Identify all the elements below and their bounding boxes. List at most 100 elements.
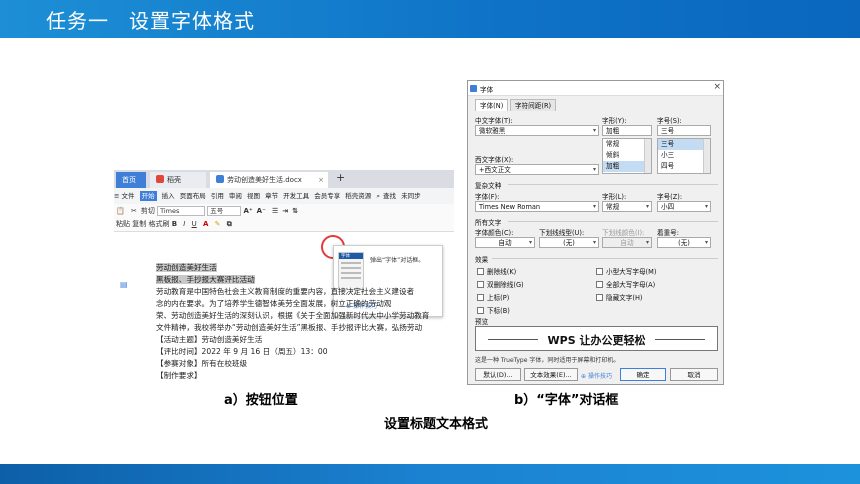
menu-reference[interactable]: 引用 [211,192,224,200]
superscript-checkbox[interactable]: 上标(P) [477,292,509,302]
size-list[interactable]: 三号 小三 四号 [657,138,711,174]
menu-insert[interactable]: 插入 [162,192,175,200]
bold-button[interactable]: B [172,220,177,228]
doc-line: 【评比时间】2022 年 9 月 16 日（周五）13：00 [156,347,328,356]
menu-start[interactable]: 开始 [139,191,157,201]
style-input[interactable]: 加粗 [602,125,652,136]
complex-style-value: 常规 [606,203,620,211]
tab-char-spacing[interactable]: 字符间距(R) [510,99,557,111]
dialog-tip-link[interactable]: ⊕ 操作技巧 [581,371,612,380]
subscript-checkbox[interactable]: 下标(B) [477,305,510,315]
underline-color-label: 下划线颜色(I): [602,229,645,237]
font-name-select[interactable]: Times [157,206,206,216]
text-effects-button[interactable]: 文本效果(E)... [524,368,578,381]
tab-font[interactable]: 字体(N) [475,99,509,111]
font-size-select[interactable]: 五号 [207,206,242,216]
menu-chapter[interactable]: 章节 [265,192,278,200]
shrink-font-icon[interactable]: A⁻ [257,207,266,215]
tab-draft-label: 稻壳 [167,176,181,184]
size-input[interactable]: 三号 [657,125,711,136]
menu-file[interactable]: ≡ 文件 [114,192,135,200]
chevron-down-icon: ▾ [645,203,649,210]
preview-section-label: 预览 [475,318,489,326]
format-painter-button[interactable]: 格式刷 [148,220,169,228]
strikethrough-checkbox[interactable]: 删除线(K) [477,266,516,276]
small-caps-checkbox[interactable]: 小型大写字母(M) [596,266,656,276]
cut-button[interactable]: 剪切 [141,207,155,215]
doc-subtitle-selected[interactable]: 黑板报、手抄报大赛评比活动 [156,275,255,284]
menu-sync[interactable]: 未同步 [401,192,421,200]
italic-button[interactable]: I [183,220,185,228]
complex-font-select[interactable]: Times New Roman ▾ [475,201,599,212]
sort-icon[interactable]: ⇅ [292,207,298,215]
underline-button[interactable]: U [192,220,197,228]
hidden-text-label: 隐藏文字(H) [606,294,643,302]
underline-style-label: 下划线线型(U): [539,229,585,237]
editor-ribbon: 📋 ✂ 剪切 Times 五号 A⁺ A⁻ ☰ ⇥ ⇅ 粘贴 复制 格式刷 B I U … [114,204,454,232]
cancel-button[interactable]: 取消 [670,368,718,381]
style-list[interactable]: 常规 倾斜 加粗 [602,138,652,174]
tab-draft[interactable]: 稻壳 [150,172,206,188]
slide-title-task: 任务一 [46,9,109,33]
close-icon[interactable]: × [713,82,721,92]
indent-icon[interactable]: ⇥ [282,207,288,215]
ok-button[interactable]: 确定 [620,368,666,381]
underline-style-select[interactable]: (无) ▾ [539,237,599,248]
caption-button-position: a）按钮位置 [224,393,298,408]
menu-member[interactable]: 会员专享 [314,192,340,200]
font-dialog: 字体 × 字体(N) 字符间距(R) 中文字体(T): 微软雅黑 ▾ 字形(Y):… [467,80,724,385]
menu-layout[interactable]: 页面布局 [180,192,206,200]
emphasis-select[interactable]: (无) ▾ [657,237,711,248]
ribbon-row-2: 粘贴 复制 格式刷 B I U A ✎ ⧉ [116,218,236,231]
caption-font-dialog: b）“字体”对话框 [514,393,619,408]
complex-style-select[interactable]: 常规 ▾ [602,201,652,212]
doc-line: 劳动教育是中国特色社会主义教育制度的重要内容，直接决定社会主义建设者 [156,287,415,296]
default-button[interactable]: 默认(D)... [475,368,521,381]
font-color-icon[interactable]: A [203,220,208,228]
doc-line: 【参赛对象】所有在校班级 [156,359,248,368]
cut-icon[interactable]: ✂ [131,207,137,215]
paste-icon[interactable]: 📋 [116,207,125,215]
doc-title-selected[interactable]: 劳动创造美好生活 [156,263,217,272]
complex-size-select[interactable]: 小四 ▾ [657,201,711,212]
search-icon[interactable]: ⌕ [376,192,380,200]
divider [508,221,718,222]
copy-button[interactable]: 复制 [132,220,146,228]
tab-document[interactable]: 劳动创造美好生活.docx × [210,172,328,188]
hidden-text-checkbox[interactable]: 隐藏文字(H) [596,292,642,302]
menu-resources[interactable]: 稻壳资源 [345,192,371,200]
size-list-scrollbar[interactable] [703,139,710,173]
highlight-icon[interactable]: ✎ [215,220,221,228]
menu-developer[interactable]: 开发工具 [283,192,309,200]
new-tab-button[interactable]: + [336,171,345,184]
paste-button[interactable]: 粘贴 [116,220,130,228]
list-icon[interactable]: ☰ [272,207,278,215]
all-caps-checkbox[interactable]: 全部大写字母(A) [596,279,655,289]
editor-screenshot: 首页 稻壳 劳动创造美好生活.docx × + ≡ 文件 开始 插入 页面布局 引… [114,75,454,385]
document-body[interactable]: 劳动创造美好生活 黑板报、手抄报大赛评比活动 劳动教育是中国特色社会主义教育制度… [156,262,454,382]
double-strike-checkbox[interactable]: 双删除线(G) [477,279,524,289]
doc-line: 文件精神，我校将举办“劳动创造美好生活”黑板报、手抄报评比大赛，弘扬劳动 [156,323,423,332]
doc-line: 【活动主题】劳动创造美好生活 [156,335,263,344]
grow-font-icon[interactable]: A⁺ [244,207,253,215]
menu-search[interactable]: 查找 [383,192,396,200]
style-list-scrollbar[interactable] [644,139,651,173]
menu-review[interactable]: 审阅 [229,192,242,200]
truetype-note: 这是一种 TrueType 字体，同时适用于屏幕和打印机。 [475,357,620,364]
tab-home[interactable]: 首页 [116,172,146,188]
font-color-select[interactable]: 自动 ▾ [475,237,535,248]
west-font-select[interactable]: +西文正文 ▾ [475,164,599,175]
cn-font-select[interactable]: 微软雅黑 ▾ [475,125,599,136]
slide-title-topic: 设置字体格式 [129,9,255,33]
underline-style-value: (无) [563,239,575,247]
complex-size-value: 小四 [661,203,675,211]
preview-text: WPS 让办公更轻松 [547,334,646,347]
divider [492,258,718,259]
menu-view[interactable]: 视图 [247,192,260,200]
doc-line: 【制作要求】 [156,371,202,380]
close-tab-icon[interactable]: × [318,172,324,188]
chevron-down-icon: ▾ [645,239,649,246]
doc-icon [216,175,224,183]
font-dialog-launcher-icon[interactable]: ⧉ [227,220,232,228]
complex-style-label: 字形(L): [602,193,627,201]
